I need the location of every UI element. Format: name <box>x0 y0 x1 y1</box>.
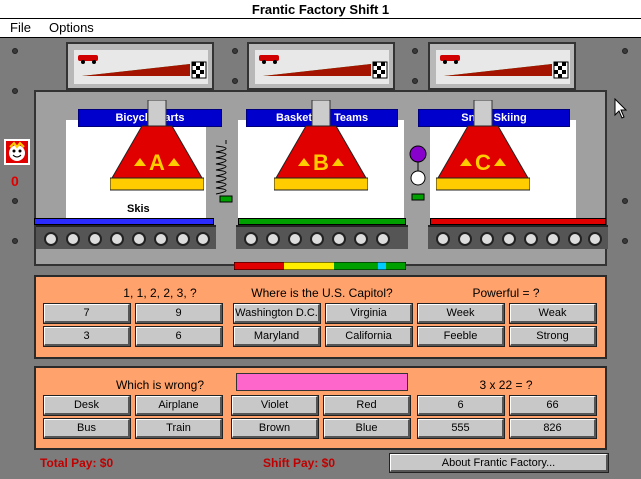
race-progress-icon <box>255 50 389 84</box>
conveyor-c <box>428 225 608 249</box>
answer-1c-4[interactable]: Strong <box>509 326 597 347</box>
question-2c: 3 x 22 = ? <box>479 378 533 392</box>
question-panel-1: 1, 1, 2, 2, 3, ? Where is the U.S. Capit… <box>34 275 607 359</box>
conveyor-b <box>236 225 408 249</box>
question-1a: 1, 1, 2, 2, 3, ? <box>123 286 197 300</box>
about-button[interactable]: About Frantic Factory... <box>389 453 609 473</box>
hopper-letter-c: C <box>475 150 491 175</box>
race-progress-icon <box>436 50 570 84</box>
answer-2a-2[interactable]: Airplane <box>135 395 223 416</box>
belt-c <box>430 218 606 225</box>
ball-on-stick-icon <box>409 145 427 201</box>
shift-pay: Shift Pay: $0 <box>263 456 336 470</box>
race-progress-icon <box>74 50 208 84</box>
hopper-c-icon: C <box>436 100 530 191</box>
answer-2b-2[interactable]: Red <box>323 395 411 416</box>
color-status-strip <box>234 262 406 270</box>
progress-gauge-c <box>428 42 576 90</box>
answer-2b-1[interactable]: Violet <box>231 395 319 416</box>
answer-1b-3[interactable]: Maryland <box>233 326 321 347</box>
answer-2c-1[interactable]: 6 <box>417 395 505 416</box>
belt-a <box>34 218 214 225</box>
menu-options[interactable]: Options <box>49 19 94 37</box>
answer-1a-1[interactable]: 7 <box>43 303 131 324</box>
answer-2b-4[interactable]: Blue <box>323 418 411 439</box>
answer-2c-4[interactable]: 826 <box>509 418 597 439</box>
progress-gauge-b <box>247 42 395 90</box>
hopper-a-icon: A <box>110 100 204 191</box>
hopper-letter-a: A <box>149 150 165 175</box>
progress-gauge-a <box>66 42 214 90</box>
menu-bar: File Options <box>0 19 641 38</box>
belt-b <box>238 218 406 225</box>
answer-2a-4[interactable]: Train <box>135 418 223 439</box>
answer-2b-3[interactable]: Brown <box>231 418 319 439</box>
answer-2c-2[interactable]: 66 <box>509 395 597 416</box>
conveyor-item-label: Skis <box>127 203 150 215</box>
answer-1c-2[interactable]: Weak <box>509 303 597 324</box>
question-panel-2: Which is wrong? 3 x 22 = ? Desk Airplane… <box>34 366 607 450</box>
factory-area: 0 Bicycle Parts Basketball Teams Snow Sk… <box>0 38 641 479</box>
answer-1c-1[interactable]: Week <box>417 303 505 324</box>
question-1b: Where is the U.S. Capitol? <box>251 286 393 300</box>
answer-1a-4[interactable]: 6 <box>135 326 223 347</box>
player-face-icon <box>4 139 30 165</box>
mouse-cursor-icon <box>614 98 628 119</box>
hopper-b-icon: B <box>274 100 368 191</box>
answer-1b-1[interactable]: Washington D.C. <box>233 303 321 324</box>
answer-2a-3[interactable]: Bus <box>43 418 131 439</box>
answer-1b-2[interactable]: Virginia <box>325 303 413 324</box>
conveyor-a <box>36 225 216 249</box>
window-title: Frantic Factory Shift 1 <box>0 0 641 19</box>
menu-file[interactable]: File <box>10 19 31 37</box>
total-pay: Total Pay: $0 <box>40 456 114 470</box>
answer-2a-1[interactable]: Desk <box>43 395 131 416</box>
answer-2c-3[interactable]: 555 <box>417 418 505 439</box>
question-2a: Which is wrong? <box>115 378 205 392</box>
answer-1a-2[interactable]: 9 <box>135 303 223 324</box>
answer-1c-3[interactable]: Feeble <box>417 326 505 347</box>
score-value: 0 <box>11 173 19 189</box>
answer-1a-3[interactable]: 3 <box>43 326 131 347</box>
question-2b-pink-box <box>236 373 408 391</box>
question-1c: Powerful = ? <box>472 286 540 300</box>
answer-1b-4[interactable]: California <box>325 326 413 347</box>
spring-icon <box>215 140 233 203</box>
hopper-letter-b: B <box>313 150 329 175</box>
